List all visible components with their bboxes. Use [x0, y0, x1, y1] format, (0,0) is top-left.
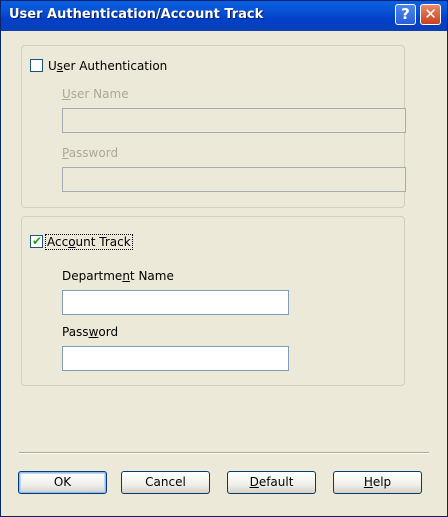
user-name-field[interactable]: [62, 108, 406, 133]
user-password-field[interactable]: [62, 167, 406, 192]
user-name-label: User Name: [62, 87, 129, 101]
title-bar[interactable]: User Authentication/Account Track ? ✕: [1, 1, 447, 31]
ok-button[interactable]: OK: [18, 471, 107, 494]
help-title-button[interactable]: ?: [395, 4, 416, 25]
account-track-checkbox[interactable]: ✔: [30, 234, 43, 248]
user-authentication-checkbox[interactable]: [30, 59, 43, 72]
checkmark-icon: ✔: [32, 234, 43, 248]
department-name-label: Department Name: [62, 269, 174, 283]
account-password-field[interactable]: [62, 346, 289, 371]
help-button[interactable]: Help: [333, 471, 422, 494]
dialog-window: User Authentication/Account Track ? ✕ Us…: [0, 0, 448, 517]
user-authentication-label[interactable]: User Authentication: [48, 59, 167, 73]
window-title: User Authentication/Account Track: [9, 7, 264, 22]
default-button[interactable]: Default: [227, 471, 316, 494]
button-separator: [19, 452, 429, 454]
password-label-disabled: Password: [62, 146, 119, 160]
question-icon: ?: [401, 5, 410, 23]
dialog-body: User Authentication User Name Password ✔…: [4, 31, 444, 513]
account-track-label[interactable]: Account Track: [45, 234, 133, 250]
close-button[interactable]: ✕: [420, 4, 441, 25]
cancel-button[interactable]: Cancel: [121, 471, 210, 494]
account-password-label: Password: [62, 325, 119, 339]
close-icon: ✕: [424, 5, 437, 23]
department-name-field[interactable]: [62, 290, 289, 315]
